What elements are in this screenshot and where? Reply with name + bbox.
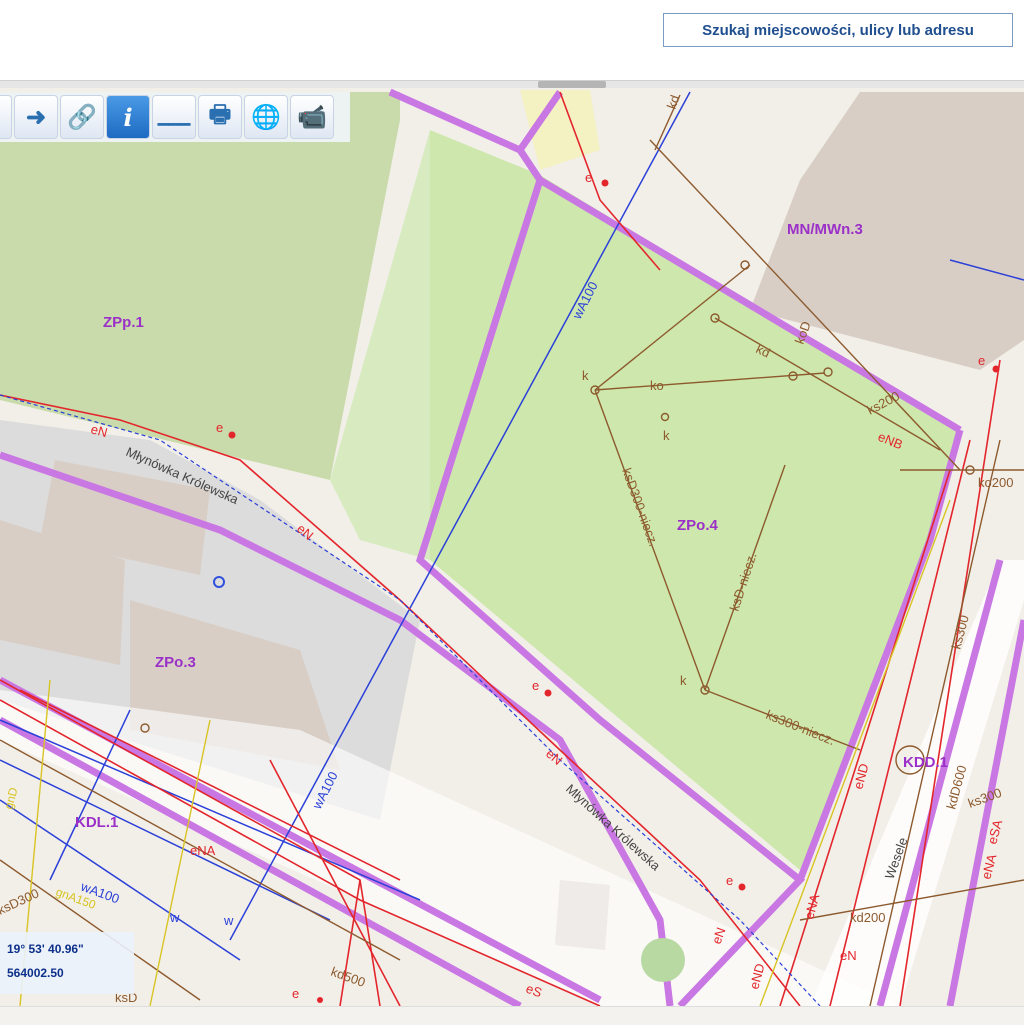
gas-label: gnD (1, 786, 20, 811)
sewer-label: k (663, 428, 670, 443)
electric-label: eS (524, 981, 544, 1001)
previous-tool-button[interactable] (0, 95, 12, 139)
water-label: w (169, 910, 180, 925)
globe-icon[interactable]: 🌐 (244, 95, 288, 139)
link-icon[interactable]: 🔗 (60, 95, 104, 139)
map-canvas[interactable]: ZPp.1 ZPo.4 ZPo.3 MN/MWn.3 KDL.1 KDD.1 M… (0, 88, 1024, 1006)
y-coordinate-readout: 564002.50 (7, 966, 64, 980)
electric-label: e (532, 678, 539, 693)
zone-label: ZPp.1 (103, 314, 144, 331)
sewer-label: ksD300 (0, 885, 41, 917)
tree-marker (641, 938, 685, 982)
electric-label: e (978, 353, 985, 368)
zone-label: ZPo.4 (677, 517, 718, 534)
electric-label: eND (850, 762, 871, 791)
map-toolbar: ➜ 🔗 i ▁▁▁ 🖶 🌐 📹 (0, 92, 350, 142)
arrow-right-icon[interactable]: ➜ (14, 95, 58, 139)
water-label: w (223, 913, 234, 928)
zone-label: ZPo.3 (155, 654, 196, 671)
zone-label: KDL.1 (75, 814, 118, 831)
sewer-label: kd500 (329, 964, 367, 990)
footer-bar (0, 1006, 1024, 1025)
sewer-label: ko (650, 378, 664, 393)
splitter-handle[interactable] (538, 81, 606, 88)
print-icon[interactable]: 🖶 (198, 95, 242, 139)
electric-label: eNA (190, 843, 216, 858)
measure-icon[interactable]: ▁▁▁ (152, 95, 196, 139)
sewer-label: ko200 (978, 475, 1013, 490)
sewer-label: k (582, 368, 589, 383)
camera-icon[interactable]: 📹 (290, 95, 334, 139)
search-location-button[interactable]: Szukaj miejscowości, ulicy lub adresu (663, 13, 1013, 47)
electric-label: e (585, 170, 592, 185)
zone-label: KDD.1 (903, 754, 948, 771)
electric-label: eN (840, 948, 857, 963)
forest-area (0, 92, 400, 480)
top-bar: Szukaj miejscowości, ulicy lub adresu (0, 0, 1024, 80)
electric-label: e (216, 420, 223, 435)
electric-label: e (726, 873, 733, 888)
sewer-label: kd200 (850, 910, 885, 925)
electric-label: e (292, 986, 299, 1001)
sewer-label: k (680, 673, 687, 688)
coordinates-panel: 19° 53' 40.96" 564002.50 (0, 932, 134, 994)
info-icon[interactable]: i (106, 95, 150, 139)
map-view[interactable]: ZPp.1 ZPo.4 ZPo.3 MN/MWn.3 KDL.1 KDD.1 M… (0, 88, 1024, 1006)
zone-label: MN/MWn.3 (787, 221, 863, 238)
longitude-readout: 19° 53' 40.96" (7, 942, 84, 956)
